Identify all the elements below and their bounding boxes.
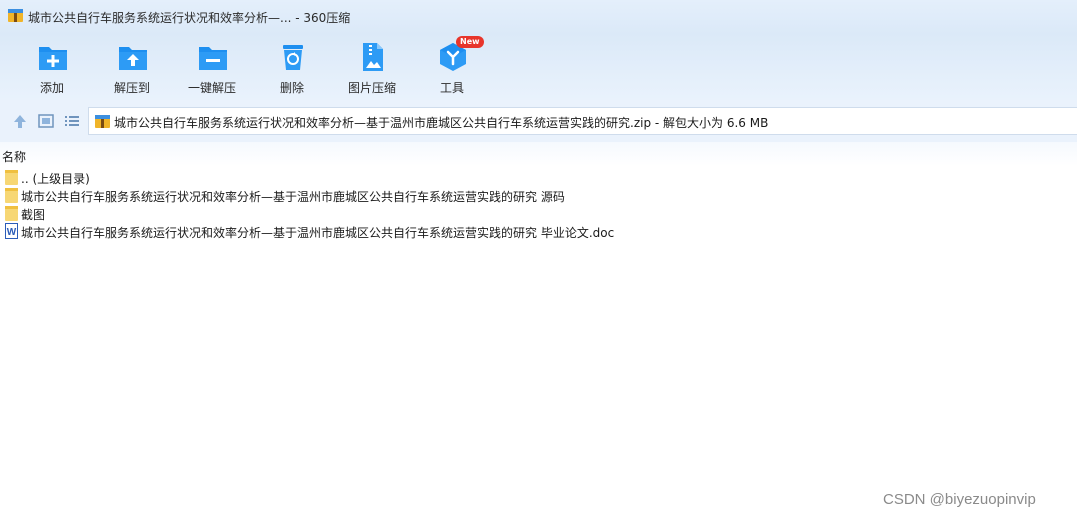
zip-archive-icon [95, 115, 110, 128]
list-item[interactable]: W 城市公共自行车服务系统运行状况和效率分析—基于温州市鹿城区公共自行车系统运营… [0, 222, 1077, 240]
tools-label: 工具 [439, 81, 464, 95]
extract-to-icon [119, 47, 147, 70]
path-bar[interactable]: 城市公共自行车服务系统运行状况和效率分析—基于温州市鹿城区公共自行车系统运营实践… [88, 107, 1077, 135]
svg-text:W: W [7, 227, 17, 238]
add-label: 添加 [39, 81, 64, 95]
new-badge: New [456, 36, 484, 48]
path-text: 城市公共自行车服务系统运行状况和效率分析—基于温州市鹿城区公共自行车系统运营实践… [114, 116, 769, 130]
delete-label: 删除 [279, 81, 304, 95]
list-view-icon[interactable] [63, 112, 81, 130]
folder-icon [5, 206, 18, 221]
tools-button[interactable]: New 工具 [412, 36, 492, 96]
file-name: .. (上级目录) [21, 172, 90, 186]
watermark: CSDN @biyezuopinvip [883, 491, 1036, 508]
file-name: 城市公共自行车服务系统运行状况和效率分析—基于温州市鹿城区公共自行车系统运营实践… [21, 226, 615, 240]
up-arrow-icon[interactable] [11, 112, 29, 130]
file-name: 城市公共自行车服务系统运行状况和效率分析—基于温州市鹿城区公共自行车系统运营实践… [21, 190, 565, 204]
one-click-extract-icon [199, 47, 227, 70]
window-title: 城市公共自行车服务系统运行状况和效率分析—... - 360压缩 [28, 11, 351, 25]
add-button[interactable]: 添加 [12, 40, 92, 96]
list-item[interactable]: 城市公共自行车服务系统运行状况和效率分析—基于温州市鹿城区公共自行车系统运营实践… [0, 186, 1077, 204]
image-compress-label: 图片压缩 [347, 81, 396, 95]
toolbar: 添加 解压到 一键解压 删除 图片压缩 New 工具 [0, 34, 1077, 100]
one-click-extract-label: 一键解压 [187, 81, 236, 95]
title-bar: 城市公共自行车服务系统运行状况和效率分析—... - 360压缩 [0, 0, 1077, 34]
image-compress-icon [363, 43, 383, 71]
image-compress-button[interactable]: 图片压缩 [332, 40, 412, 96]
folder-icon [5, 188, 18, 203]
archive-app-icon [8, 9, 23, 22]
file-list: .. (上级目录) 城市公共自行车服务系统运行状况和效率分析—基于温州市鹿城区公… [0, 168, 1077, 240]
list-item[interactable]: .. (上级目录) [0, 168, 1077, 186]
word-doc-icon: W [5, 223, 18, 239]
one-click-extract-button[interactable]: 一键解压 [172, 40, 252, 96]
delete-button[interactable]: 删除 [252, 40, 332, 96]
extract-to-button[interactable]: 解压到 [92, 40, 172, 96]
file-name: 截图 [21, 208, 46, 222]
list-header: 名称 [0, 142, 1077, 166]
column-header-name[interactable]: 名称 [2, 148, 26, 165]
delete-icon [283, 45, 303, 70]
navigation-bar: 城市公共自行车服务系统运行状况和效率分析—基于温州市鹿城区公共自行车系统运营实践… [0, 100, 1077, 142]
extract-to-label: 解压到 [113, 81, 150, 95]
thumbnail-view-icon[interactable] [37, 112, 55, 130]
add-folder-icon [39, 47, 67, 70]
folder-icon [5, 170, 18, 185]
list-item[interactable]: 截图 [0, 204, 1077, 222]
